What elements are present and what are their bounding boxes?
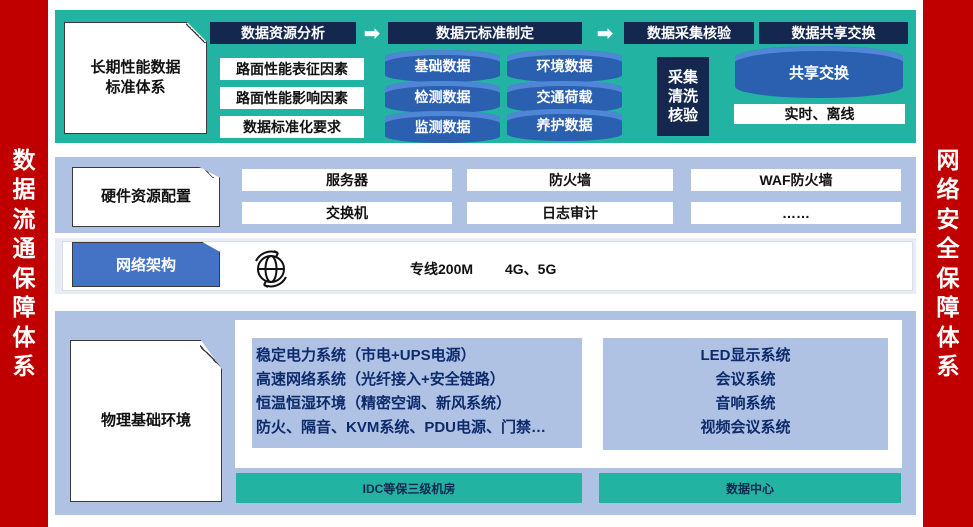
datacenter-label-bar: 数据中心 — [599, 473, 901, 503]
network-title-card: 网络架构 — [72, 242, 220, 287]
arrow-right-icon: ➡ — [596, 22, 614, 45]
standards-title: 长期性能数据标准体系 — [90, 59, 181, 96]
idc-line: 恒温恒湿环境（精密空调、新风系统） — [256, 395, 512, 412]
network-line: 专线200M — [410, 259, 473, 279]
datacenter-line: LED显示系统 — [700, 347, 791, 364]
metadata-item-label: 检测数据 — [414, 89, 471, 105]
sharing-header: 数据共享交换 — [759, 22, 908, 44]
datacenter-line: 音响系统 — [715, 395, 776, 412]
metadata-item-label: 监测数据 — [414, 119, 471, 135]
hardware-item: …… — [691, 202, 901, 224]
collection-header-label: 数据采集核验 — [647, 25, 731, 41]
sharing-mode: 实时、离线 — [734, 104, 905, 124]
hardware-item: 防火墙 — [467, 169, 673, 191]
hardware-title-card: 硬件资源配置 — [72, 167, 220, 227]
right-banner-text: 网络安全保障体系 — [936, 146, 960, 380]
analysis-item-label: 路面性能表征因素 — [236, 61, 348, 77]
physical-title-card: 物理基础环境 — [70, 340, 222, 502]
hardware-item-label: 服务器 — [326, 172, 368, 188]
standards-title-card: 长期性能数据标准体系 — [64, 22, 207, 134]
datacenter-line: 会议系统 — [715, 371, 776, 388]
network-mobile: 4G、5G — [505, 259, 556, 279]
hardware-item-label: WAF防火墙 — [759, 172, 833, 188]
metadata-item-label: 环境数据 — [536, 58, 593, 74]
idc-line: 高速网络系统（光纤接入+安全链路） — [256, 371, 505, 388]
datacenter-line: 视频会议系统 — [700, 419, 791, 436]
arrow-right-icon: ➡ — [363, 22, 381, 45]
sharing-cylinder-label: 共享交换 — [788, 64, 849, 82]
collection-body: 采集清洗核验 — [668, 69, 699, 124]
idc-label-bar: IDC等保三级机房 — [236, 473, 582, 503]
metadata-header: 数据元标准制定 — [388, 22, 582, 44]
hardware-item-label: 交换机 — [326, 205, 368, 221]
hardware-item-label: …… — [782, 205, 810, 221]
metadata-header-label: 数据元标准制定 — [436, 25, 534, 41]
analysis-item: 数据标准化要求 — [220, 116, 364, 138]
idc-line: 稳定电力系统（市电+UPS电源） — [256, 347, 476, 364]
network-line-label: 专线200M — [410, 261, 474, 277]
metadata-cylinder: 监测数据 — [385, 111, 500, 143]
hardware-item: 日志审计 — [467, 202, 673, 224]
analysis-header: 数据资源分析 — [210, 22, 356, 44]
metadata-item-label: 基础数据 — [414, 58, 471, 74]
metadata-item-label: 养护数据 — [536, 117, 593, 133]
sharing-header-label: 数据共享交换 — [791, 25, 876, 41]
datacenter-label: 数据中心 — [725, 481, 774, 496]
collection-header: 数据采集核验 — [624, 22, 754, 44]
analysis-header-label: 数据资源分析 — [241, 25, 325, 41]
analysis-item-label: 数据标准化要求 — [243, 119, 341, 135]
datacenter-lines: LED显示系统 会议系统 音响系统 视频会议系统 — [603, 344, 888, 440]
hardware-title: 硬件资源配置 — [100, 188, 191, 205]
network-title: 网络架构 — [115, 257, 176, 274]
physical-title: 物理基础环境 — [100, 412, 191, 429]
left-banner: 数据流通保障体系 — [0, 0, 48, 527]
network-mobile-label: 4G、5G — [505, 261, 557, 277]
analysis-item-label: 路面性能影响因素 — [236, 90, 348, 106]
idc-line: 防火、隔音、KVM系统、PDU电源、门禁… — [256, 419, 547, 436]
hardware-item-label: 防火墙 — [549, 172, 591, 188]
hardware-item: 交换机 — [242, 202, 452, 224]
right-banner: 网络安全保障体系 — [923, 0, 973, 527]
collection-box: 采集清洗核验 — [657, 57, 709, 136]
analysis-item: 路面性能表征因素 — [220, 58, 364, 80]
metadata-cylinder: 检测数据 — [385, 81, 500, 113]
hardware-item: 服务器 — [242, 169, 452, 191]
hardware-item: WAF防火墙 — [691, 169, 901, 191]
hardware-item-label: 日志审计 — [542, 205, 598, 221]
left-banner-text: 数据流通保障体系 — [12, 146, 36, 380]
globe-sync-icon — [250, 248, 292, 290]
metadata-cylinder: 基础数据 — [385, 50, 500, 82]
metadata-cylinder: 环境数据 — [507, 50, 622, 82]
idc-label: IDC等保三级机房 — [362, 481, 456, 496]
sharing-cylinder: 共享交换 — [735, 46, 903, 98]
metadata-cylinder: 养护数据 — [507, 109, 622, 141]
sharing-mode-label: 实时、离线 — [784, 106, 855, 122]
analysis-item: 路面性能影响因素 — [220, 87, 364, 109]
metadata-item-label: 交通荷载 — [536, 89, 593, 105]
idc-lines: 稳定电力系统（市电+UPS电源） 高速网络系统（光纤接入+安全链路） 恒温恒湿环… — [256, 344, 596, 440]
